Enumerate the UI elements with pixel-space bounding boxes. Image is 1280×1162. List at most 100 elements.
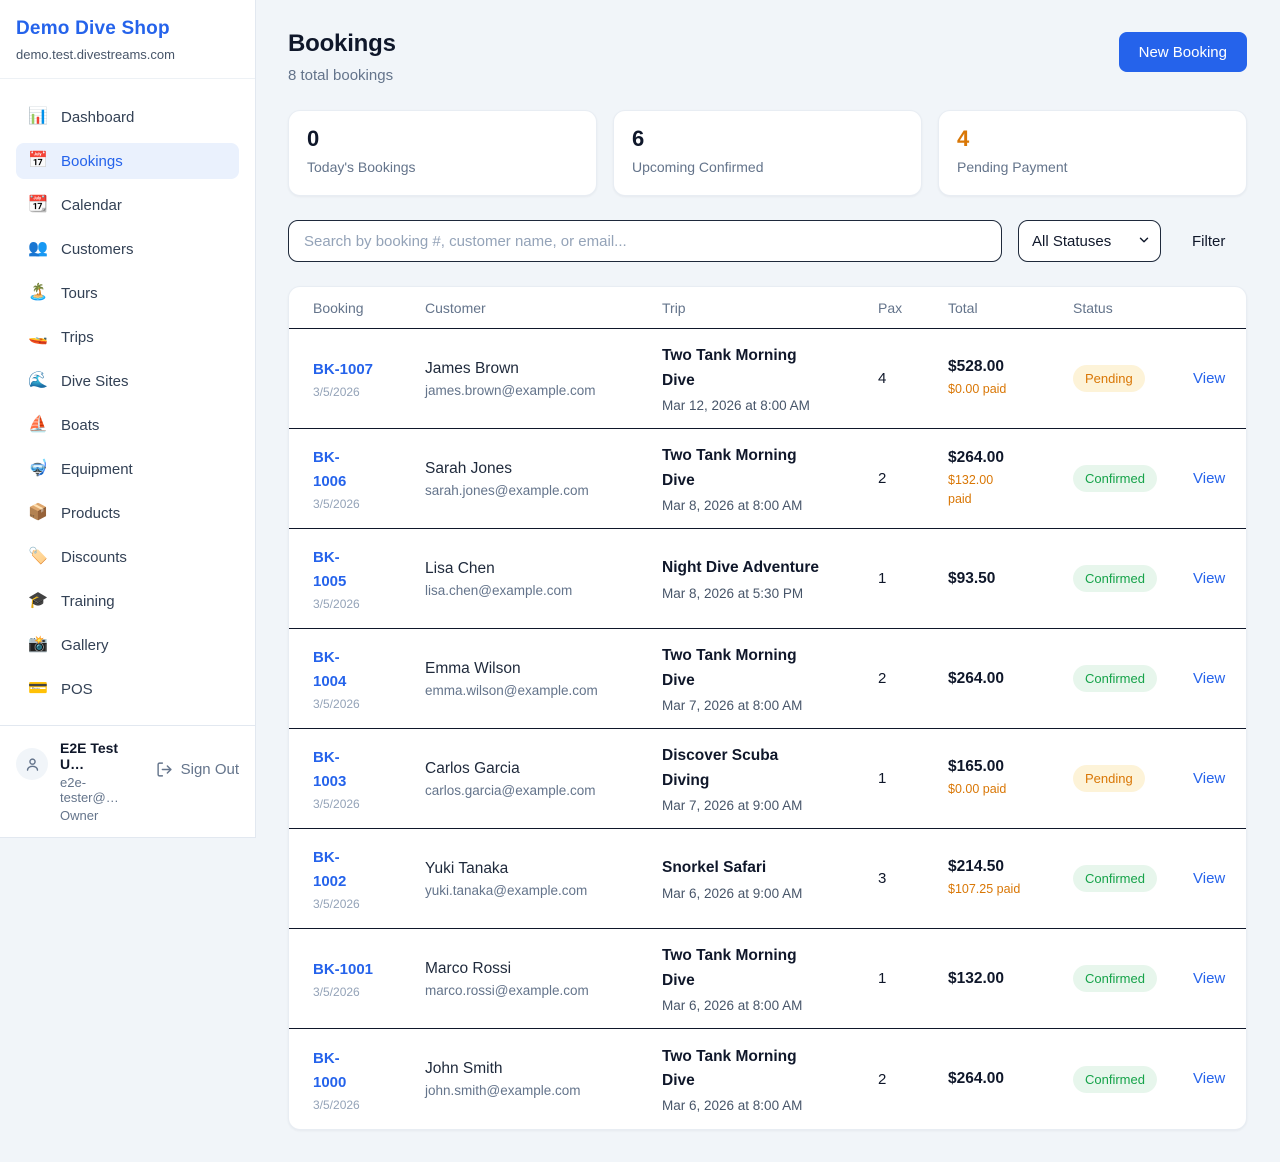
view-link[interactable]: View <box>1193 870 1225 887</box>
sign-out-button[interactable]: Sign Out <box>156 761 239 778</box>
total-amount: $214.50 <box>948 858 1063 876</box>
sidebar-item-dive-sites[interactable]: 🌊 Dive Sites <box>16 363 239 399</box>
tag-icon: 🏷️ <box>28 549 48 565</box>
booking-date: 3/5/2026 <box>313 797 415 811</box>
sidebar-item-tours[interactable]: 🏝️ Tours <box>16 275 239 311</box>
booking-id-link[interactable]: BK-1001 <box>313 958 415 982</box>
sidebar-item-customers[interactable]: 👥 Customers <box>16 231 239 267</box>
customer-cell: James Brown james.brown@example.com <box>425 360 662 398</box>
status-cell: Confirmed <box>1073 865 1193 892</box>
search-input[interactable] <box>288 220 1002 262</box>
customer-name: Yuki Tanaka <box>425 860 652 878</box>
sidebar-nav: 📊 Dashboard 📅 Bookings 📆 Calendar 👥 Cust… <box>0 79 255 725</box>
paid-amount: $132.00 paid <box>948 471 1063 507</box>
sidebar-item-equipment[interactable]: 🤿 Equipment <box>16 451 239 487</box>
customer-email: marco.rossi@example.com <box>425 983 652 998</box>
booking-id-link[interactable]: BK- 1005 <box>313 546 415 594</box>
status-filter-select[interactable]: All Statuses <box>1018 220 1161 262</box>
view-link[interactable]: View <box>1193 1070 1225 1087</box>
status-badge: Confirmed <box>1073 865 1157 892</box>
trip-cell: Two Tank Morning Dive Mar 12, 2026 at 8:… <box>662 344 878 412</box>
booking-date: 3/5/2026 <box>313 897 415 911</box>
status-badge: Pending <box>1073 365 1145 392</box>
trip-title: Two Tank Morning Dive <box>662 644 868 692</box>
customer-name: James Brown <box>425 360 652 378</box>
island-icon: 🏝️ <box>28 285 48 301</box>
view-link[interactable]: View <box>1193 970 1225 987</box>
sidebar-item-boats[interactable]: ⛵ Boats <box>16 407 239 443</box>
new-booking-button[interactable]: New Booking <box>1119 32 1247 72</box>
status-cell: Confirmed <box>1073 665 1193 692</box>
view-cell: View <box>1193 470 1235 488</box>
view-cell: View <box>1193 570 1235 588</box>
pax-cell: 1 <box>878 570 948 587</box>
sidebar-item-dashboard[interactable]: 📊 Dashboard <box>16 99 239 135</box>
view-link[interactable]: View <box>1193 670 1225 687</box>
customer-cell: Sarah Jones sarah.jones@example.com <box>425 460 662 498</box>
view-link[interactable]: View <box>1193 570 1225 587</box>
status-badge: Pending <box>1073 765 1145 792</box>
view-cell: View <box>1193 870 1235 888</box>
table-row: BK- 1005 3/5/2026 Lisa Chen lisa.chen@ex… <box>289 529 1246 629</box>
calendar-icon: 📅 <box>28 153 48 169</box>
sidebar-item-gallery[interactable]: 📸 Gallery <box>16 627 239 663</box>
credit-card-icon: 💳 <box>28 681 48 697</box>
customer-email: carlos.garcia@example.com <box>425 783 652 798</box>
total-amount: $264.00 <box>948 1070 1063 1088</box>
customer-name: Sarah Jones <box>425 460 652 478</box>
trip-date: Mar 7, 2026 at 9:00 AM <box>662 798 868 813</box>
table-row: BK- 1004 3/5/2026 Emma Wilson emma.wilso… <box>289 629 1246 729</box>
booking-cell: BK-1007 3/5/2026 <box>313 358 425 399</box>
user-section: E2E Test U… e2e-tester@… Owner Sign Out <box>0 725 255 837</box>
diving-mask-icon: 🤿 <box>28 461 48 477</box>
person-icon <box>24 756 41 773</box>
page-title: Bookings <box>288 30 396 58</box>
total-amount: $264.00 <box>948 670 1063 688</box>
booking-id-link[interactable]: BK-1007 <box>313 358 415 382</box>
status-badge: Confirmed <box>1073 1066 1157 1093</box>
sidebar-item-products[interactable]: 📦 Products <box>16 495 239 531</box>
view-link[interactable]: View <box>1193 370 1225 387</box>
avatar <box>16 748 48 780</box>
booking-id-link[interactable]: BK- 1006 <box>313 446 415 494</box>
booking-id-link[interactable]: BK- 1004 <box>313 646 415 694</box>
column-header-total: Total <box>948 300 1073 316</box>
trip-title: Discover Scuba Diving <box>662 744 868 792</box>
booking-id-link[interactable]: BK- 1003 <box>313 746 415 794</box>
customer-name: John Smith <box>425 1060 652 1078</box>
pax-cell: 2 <box>878 670 948 687</box>
filter-row: All Statuses Filter <box>288 220 1247 262</box>
column-header-booking: Booking <box>313 300 425 316</box>
booking-cell: BK- 1000 3/5/2026 <box>313 1047 425 1112</box>
customer-cell: Carlos Garcia carlos.garcia@example.com <box>425 760 662 798</box>
sidebar-item-training[interactable]: 🎓 Training <box>16 583 239 619</box>
status-badge: Confirmed <box>1073 465 1157 492</box>
pax-cell: 4 <box>878 370 948 387</box>
paid-amount: $0.00 paid <box>948 780 1063 798</box>
status-cell: Pending <box>1073 365 1193 392</box>
booking-cell: BK- 1004 3/5/2026 <box>313 646 425 711</box>
shop-domain: demo.test.divestreams.com <box>16 47 239 62</box>
view-link[interactable]: View <box>1193 770 1225 787</box>
column-header-pax: Pax <box>878 300 948 316</box>
sidebar-item-discounts[interactable]: 🏷️ Discounts <box>16 539 239 575</box>
filter-button[interactable]: Filter <box>1192 233 1225 250</box>
sidebar-item-pos[interactable]: 💳 POS <box>16 671 239 707</box>
view-cell: View <box>1193 770 1235 788</box>
trip-cell: Two Tank Morning Dive Mar 6, 2026 at 8:0… <box>662 944 878 1012</box>
sidebar-item-calendar[interactable]: 📆 Calendar <box>16 187 239 223</box>
booking-id-link[interactable]: BK- 1000 <box>313 1047 415 1095</box>
booking-date: 3/5/2026 <box>313 985 415 999</box>
trip-title: Snorkel Safari <box>662 856 868 880</box>
sign-out-label: Sign Out <box>181 761 239 778</box>
tear-off-calendar-icon: 📆 <box>28 197 48 213</box>
customer-email: lisa.chen@example.com <box>425 583 652 598</box>
booking-id-link[interactable]: BK- 1002 <box>313 846 415 894</box>
sidebar-item-bookings[interactable]: 📅 Bookings <box>16 143 239 179</box>
sidebar-header: Demo Dive Shop demo.test.divestreams.com <box>0 0 255 79</box>
booking-date: 3/5/2026 <box>313 1098 415 1112</box>
sidebar-item-trips[interactable]: 🚤 Trips <box>16 319 239 355</box>
view-link[interactable]: View <box>1193 470 1225 487</box>
pax-cell: 1 <box>878 770 948 787</box>
paid-amount: $0.00 paid <box>948 380 1063 398</box>
